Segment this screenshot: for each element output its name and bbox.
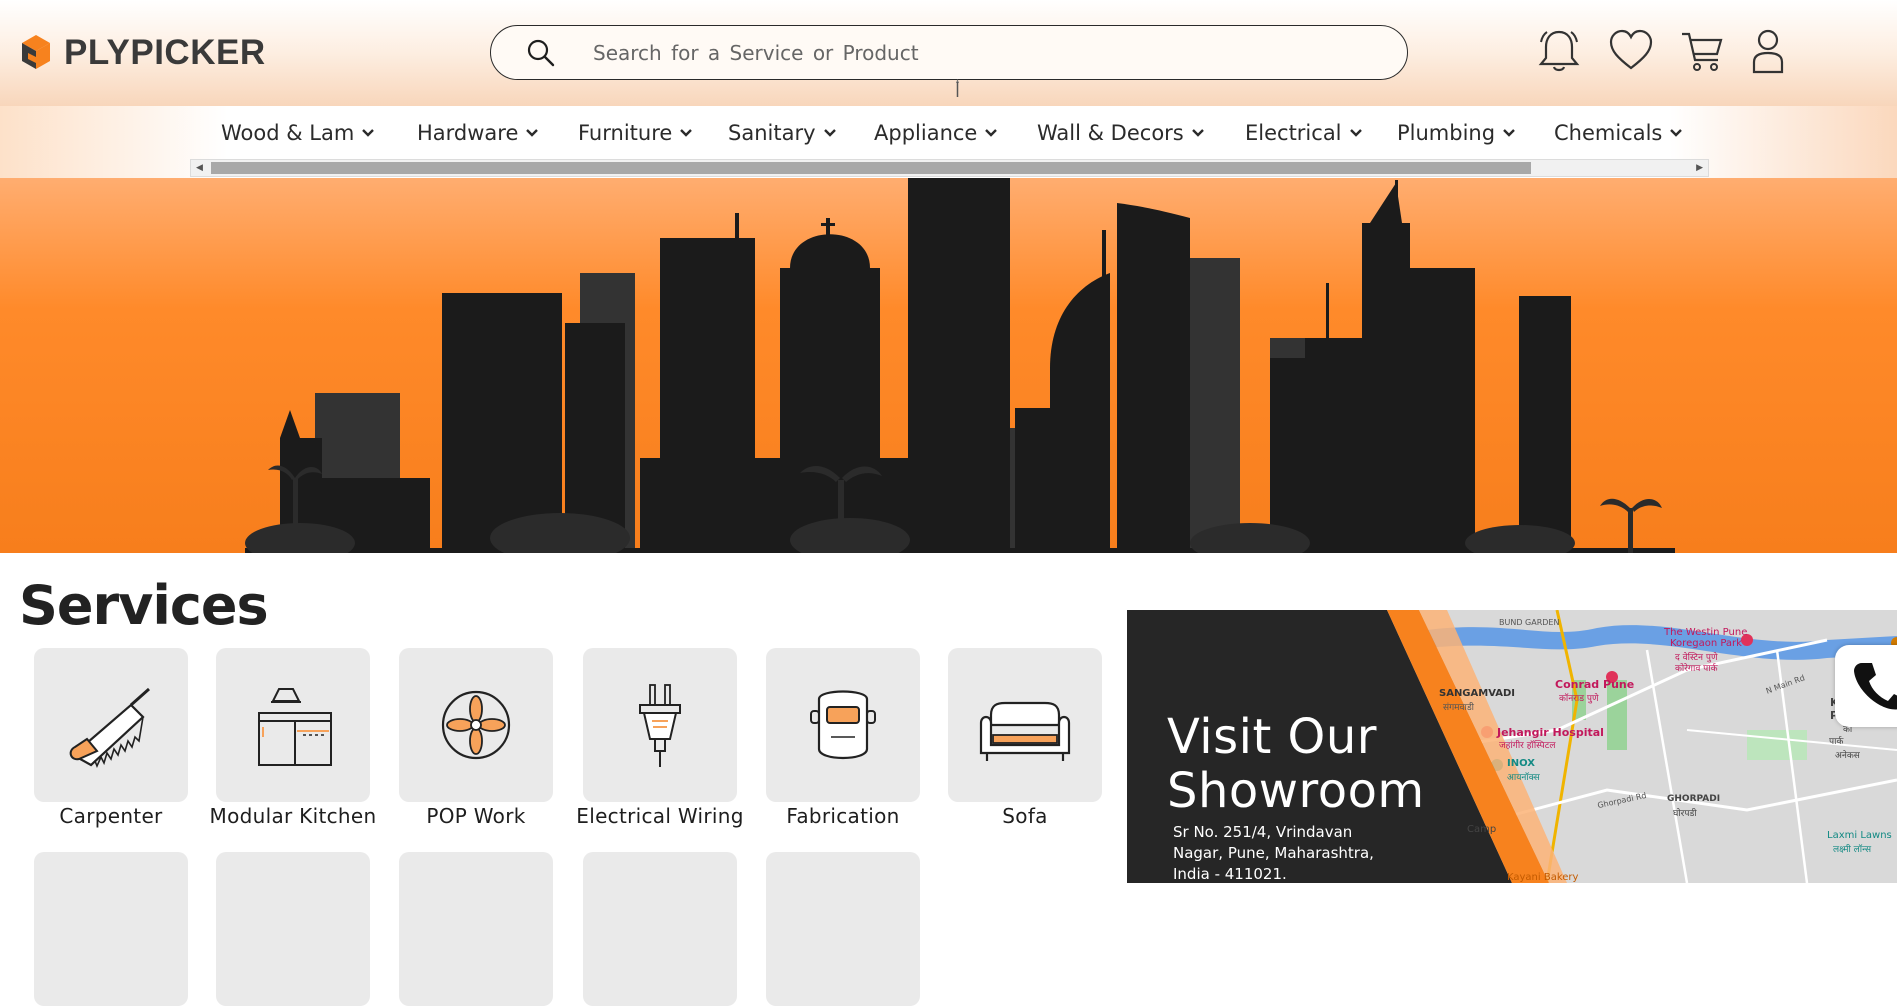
showroom-banner[interactable]: SANGAMVADI संगमवाडी BUND GARDEN The West… [1127,610,1897,883]
logo-mark-icon [22,35,50,69]
service-tile[interactable] [399,852,553,1006]
scrollbar-thumb[interactable] [211,162,1531,174]
map-label: BUND GARDEN [1499,618,1560,627]
address-line: India - 411021. [1173,865,1287,883]
heart-icon[interactable] [1608,28,1654,72]
nav-item-label: Plumbing [1397,121,1496,145]
scroll-right-arrow-icon[interactable]: ▶ [1696,163,1703,173]
nav-item-hardware[interactable]: Hardware [417,118,539,148]
map-label: GHORPADI [1667,794,1721,804]
service-label: Sofa [1002,804,1048,828]
service-tile-electrical-wiring[interactable] [583,648,737,802]
nav-item-furniture[interactable]: Furniture [578,118,693,148]
nav-item-electrical[interactable]: Electrical [1245,118,1362,148]
chevron-down-icon [526,129,539,137]
hero-banner [0,178,1897,553]
showroom-title: Visit Our Showroom [1167,710,1425,818]
service-label: Modular Kitchen [209,804,377,828]
cart-icon[interactable] [1680,28,1724,74]
map-label: लक्ष्मी लॉन्स [1833,845,1872,855]
nav-item-label: Wall & Decors [1037,121,1184,145]
nav-horizontal-scrollbar[interactable]: ◀ ▶ [190,159,1709,177]
service-tile-modular-kitchen[interactable] [216,648,370,802]
nav-item-chemicals[interactable]: Chemicals [1554,118,1683,148]
chevron-down-icon [823,129,836,137]
scroll-left-arrow-icon[interactable]: ◀ [196,163,203,173]
map-label: अनेकस [1835,751,1860,761]
chevron-down-icon [1349,129,1362,137]
user-icon[interactable] [1751,28,1785,76]
service-tile[interactable] [583,852,737,1006]
showroom-address: Sr No. 251/4, Vrindavan Nagar, Pune, Mah… [1173,822,1413,883]
service-tile-pop-work[interactable] [399,648,553,802]
map-label: घोरपडी [1673,809,1697,819]
service-tile-fabrication[interactable] [766,648,920,802]
services-heading: Services [19,574,269,637]
map-label: Koregaon Park [1670,638,1742,649]
map-label: संगमवाडी [1443,703,1475,713]
bell-icon[interactable] [1537,28,1581,74]
nav-item-label: Electrical [1245,121,1342,145]
map-label: Kayani Bakery [1507,872,1579,883]
nav-item-label: Furniture [578,121,673,145]
saw-icon [69,687,150,769]
address-line: Nagar, Pune, Maharashtra, [1173,844,1374,862]
chevron-down-icon [362,129,375,137]
welding-mask-icon [810,690,876,759]
nav-item-label: Appliance [874,121,978,145]
nav-item-wall-decors[interactable]: Wall & Decors [1037,118,1204,148]
map-label: आयनॉक्स [1507,773,1540,783]
map-label: Conrad Pune [1555,678,1635,691]
service-tile[interactable] [216,852,370,1006]
map-label: INOX [1507,758,1535,769]
plug-icon [639,684,681,767]
chevron-down-icon [985,129,998,137]
city-skyline-illustration [245,178,1675,553]
map-label: जहांगीर हॉस्पिटल [1499,741,1556,751]
service-tile-sofa[interactable] [948,648,1102,802]
sofa-icon [979,701,1071,761]
map-label: Camp [1467,824,1497,835]
map-label: पार्क [1829,737,1844,747]
nav-item-appliance[interactable]: Appliance [874,118,998,148]
service-label: Carpenter [59,804,163,828]
search-bar[interactable] [490,25,1408,80]
search-icon[interactable] [527,39,555,67]
nav-item-sanitary[interactable]: Sanitary [728,118,836,148]
showroom-title-line: Visit Our [1167,709,1377,765]
map-label: कोरेगाव पार्क [1675,664,1718,674]
showroom-title-line: Showroom [1167,763,1425,819]
nav-item-label: Chemicals [1554,121,1663,145]
map-label: Laxmi Lawns [1827,830,1892,841]
service-label: Fabrication [786,804,900,828]
call-button[interactable] [1835,645,1897,727]
service-tile[interactable] [766,852,920,1006]
plypicker-logo[interactable]: PLYPICKER [18,32,266,74]
header: PLYPICKER [0,0,1897,106]
map-label: SANGAMVADI [1439,688,1516,699]
service-tile-carpenter[interactable] [34,648,188,802]
service-label: Electrical Wiring [576,804,744,828]
map-label: कॉनराड पुणे [1559,694,1599,704]
category-nav: Wood & Lam Hardware Furniture Sanitary A… [0,106,1897,178]
nav-item-label: Hardware [417,121,519,145]
service-tile[interactable] [34,852,188,1006]
pop-ceiling-icon [441,690,511,760]
nav-item-label: Wood & Lam [221,121,355,145]
chevron-down-icon [680,129,693,137]
logo-text: PLYPICKER [64,33,266,72]
nav-item-wood-lam[interactable]: Wood & Lam [221,118,375,148]
text-cursor-icon [956,79,959,97]
service-label: POP Work [426,804,526,828]
search-input[interactable] [591,37,1375,69]
phone-icon [1854,663,1897,710]
kitchen-icon [258,688,332,766]
chevron-down-icon [1503,129,1515,137]
map-label: The Westin Pune [1664,627,1748,638]
chevron-down-icon [1191,129,1204,137]
address-line: Sr No. 251/4, Vrindavan [1173,823,1353,841]
nav-item-plumbing[interactable]: Plumbing [1397,118,1515,148]
chevron-down-icon [1670,129,1683,137]
nav-item-label: Sanitary [728,121,816,145]
